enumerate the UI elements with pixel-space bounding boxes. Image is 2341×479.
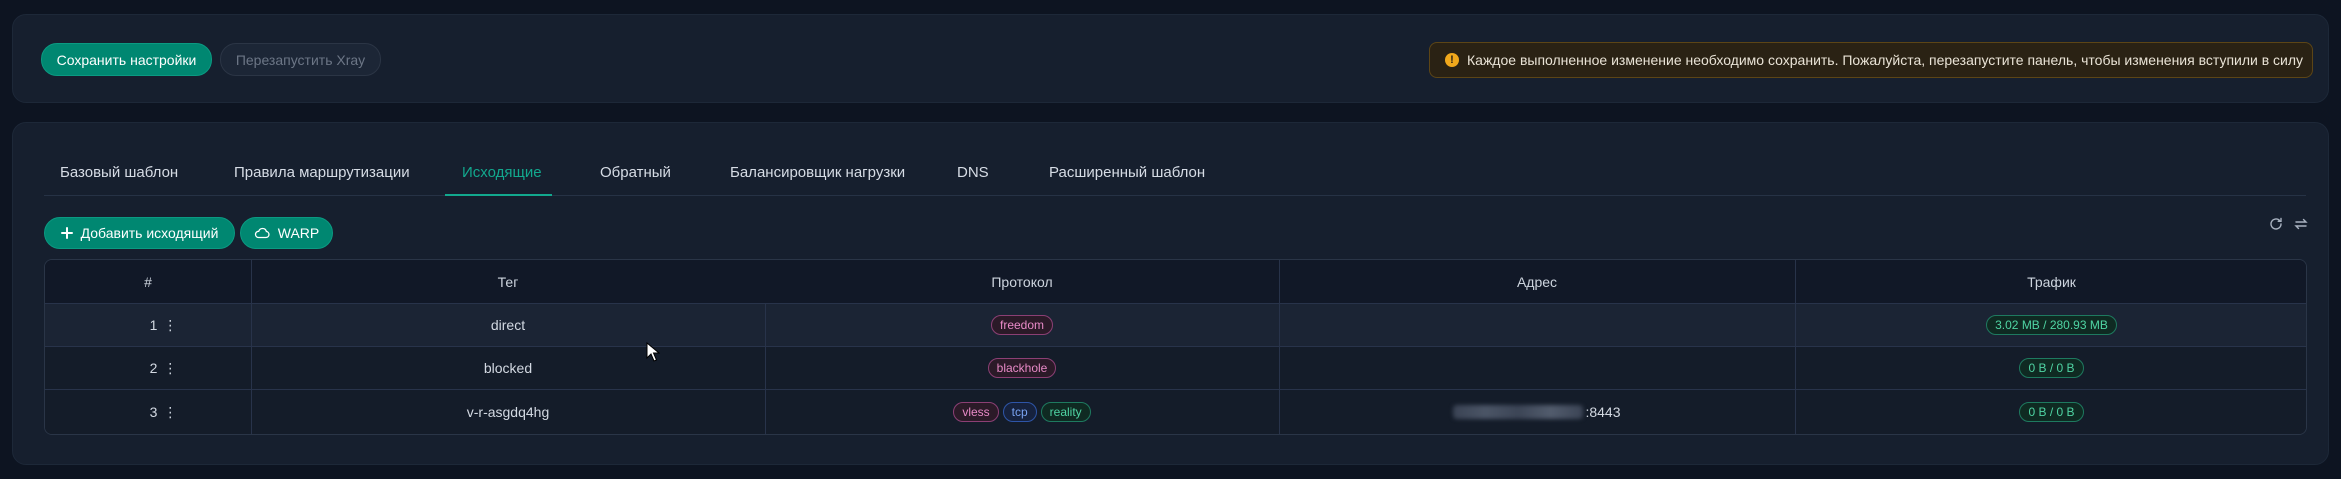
row-tag: direct <box>490 317 526 333</box>
outbounds-table: # Тег Протокол Адрес Трафик 1 ⋮ direct f… <box>44 259 2307 435</box>
exclamation-icon: ! <box>1445 53 1459 67</box>
row-address: :8443 <box>1279 390 1795 434</box>
header-address: Адрес <box>1516 273 1558 290</box>
plus-icon <box>60 227 73 239</box>
more-vertical-icon[interactable]: ⋮ <box>163 361 177 375</box>
traffic-badge: 3.02 MB / 280.93 MB <box>1986 315 2117 335</box>
header-traffic: Трафик <box>2027 273 2076 290</box>
row-protocols: blackhole <box>765 347 1279 389</box>
warp-button[interactable]: WARP <box>240 217 333 249</box>
row-number: 1 <box>149 317 158 333</box>
tab-basic-template[interactable]: Базовый шаблон <box>60 164 178 181</box>
refresh-icon[interactable] <box>2268 216 2284 232</box>
table-header-row: # Тег Протокол Адрес Трафик <box>45 260 2306 304</box>
row-traffic: 0 B / 0 B <box>1795 347 2306 389</box>
traffic-badge: 0 B / 0 B <box>2019 402 2084 422</box>
row-tag: blocked <box>483 360 533 376</box>
alert-text: Каждое выполненное изменение необходимо … <box>1467 52 2304 68</box>
active-tab-indicator <box>445 194 552 196</box>
traffic-badge: 0 B / 0 B <box>2019 358 2084 378</box>
swap-icon[interactable] <box>2293 216 2309 232</box>
row-protocols: freedom <box>765 304 1279 346</box>
mouse-cursor-icon <box>646 342 660 362</box>
protocol-badge: reality <box>1040 402 1091 422</box>
row-traffic: 3.02 MB / 280.93 MB <box>1795 304 2306 346</box>
table-row[interactable]: 2 ⋮ blocked blackhole 0 B / 0 B <box>45 347 2306 390</box>
header-num: # <box>144 273 152 290</box>
tab-routing-rules[interactable]: Правила маршрутизации <box>234 164 410 181</box>
table-row[interactable]: 1 ⋮ direct freedom 3.02 MB / 280.93 MB <box>45 304 2306 347</box>
save-settings-button[interactable]: Сохранить настройки <box>41 43 212 76</box>
header-protocol: Протокол <box>991 273 1053 290</box>
header-tag: Тег <box>497 273 519 290</box>
tabs-divider <box>44 195 2306 196</box>
protocol-badge: tcp <box>1002 402 1037 422</box>
more-vertical-icon[interactable]: ⋮ <box>163 318 177 332</box>
row-traffic: 0 B / 0 B <box>1795 390 2306 434</box>
save-warning-alert: ! Каждое выполненное изменение необходим… <box>1429 42 2313 78</box>
protocol-badge: freedom <box>990 315 1054 335</box>
row-protocols: vless tcp reality <box>765 390 1279 434</box>
address-port: :8443 <box>1585 404 1621 420</box>
tab-outbounds[interactable]: Исходящие <box>462 164 542 181</box>
redacted-address-host <box>1453 405 1584 419</box>
protocol-badge: vless <box>953 402 999 422</box>
restart-xray-button[interactable]: Перезапустить Xray <box>220 43 381 76</box>
tab-reverse[interactable]: Обратный <box>600 164 671 181</box>
add-outbound-label: Добавить исходящий <box>80 225 219 241</box>
row-address <box>1279 304 1795 346</box>
tab-advanced-template[interactable]: Расширенный шаблон <box>1049 164 1205 181</box>
row-number: 3 <box>149 404 158 420</box>
table-row[interactable]: 3 ⋮ v-r-asgdq4hg vless tcp reality :8443… <box>45 390 2306 434</box>
tab-balancer[interactable]: Балансировщик нагрузки <box>730 164 905 181</box>
tab-dns[interactable]: DNS <box>957 164 989 181</box>
protocol-badge: blackhole <box>987 358 1057 378</box>
add-outbound-button[interactable]: Добавить исходящий <box>44 217 235 249</box>
row-tag: v-r-asgdq4hg <box>466 404 550 420</box>
more-vertical-icon[interactable]: ⋮ <box>163 405 177 419</box>
cloud-icon <box>254 227 270 239</box>
row-number: 2 <box>149 360 158 376</box>
warp-label: WARP <box>277 225 320 241</box>
row-address <box>1279 347 1795 389</box>
